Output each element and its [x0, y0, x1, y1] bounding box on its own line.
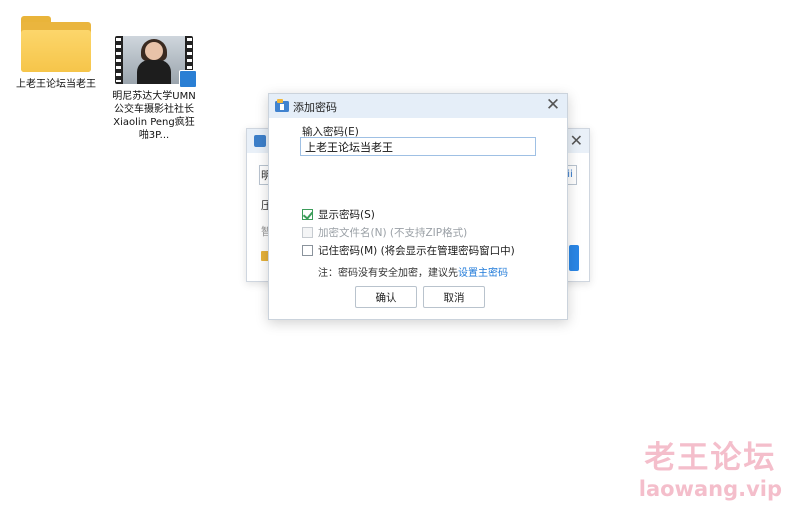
encrypt-filename-label: 加密文件名(N) (不支持ZIP格式): [318, 227, 468, 239]
cancel-button[interactable]: 取消: [423, 286, 485, 308]
password-input[interactable]: [300, 137, 536, 156]
video-type-badge-icon: [179, 70, 197, 88]
archive-app-icon: [275, 99, 289, 112]
set-master-password-link[interactable]: 设置主密码: [458, 268, 508, 279]
watermark-text: 老王论坛: [644, 440, 777, 476]
desktop-folder-item[interactable]: 上老王论坛当老王: [14, 16, 98, 91]
video-thumbnail-icon: [115, 36, 197, 88]
checkbox-checked-icon: [302, 209, 313, 220]
background-primary-button[interactable]: [569, 245, 579, 271]
folder-icon: [21, 16, 91, 72]
add-password-dialog: 添加密码 ✕ 输入密码(E) 显示密码(S) 加密文件名(N) (不支持ZIP格…: [268, 93, 568, 320]
encrypt-filename-checkbox: 加密文件名(N) (不支持ZIP格式): [302, 225, 467, 240]
security-note: 注：密码没有安全加密，建议先设置主密码: [318, 264, 508, 279]
archive-app-icon: [254, 135, 266, 147]
remember-password-checkbox[interactable]: 记住密码(M) (将会显示在管理密码窗口中): [302, 243, 515, 258]
close-icon[interactable]: ✕: [545, 96, 561, 114]
show-password-label: 显示密码(S): [318, 209, 375, 221]
close-icon[interactable]: ✕: [570, 131, 583, 151]
watermark: 老王论坛 laowang.vip: [639, 440, 782, 502]
folder-label: 上老王论坛当老王: [16, 79, 96, 90]
checkbox-disabled-icon: [302, 227, 313, 238]
show-password-checkbox[interactable]: 显示密码(S): [302, 207, 375, 222]
checkbox-unchecked-icon: [302, 245, 313, 256]
watermark-url: laowang.vip: [638, 477, 782, 501]
dialog-title: 添加密码: [293, 101, 337, 114]
remember-password-label: 记住密码(M) (将会显示在管理密码窗口中): [318, 245, 515, 257]
note-text: 注：密码没有安全加密，建议先: [318, 268, 458, 279]
desktop-video-item[interactable]: 明尼苏达大学UMN公交车摄影社社长Xiaolin Peng疯狂啪3P...: [112, 36, 197, 142]
video-label: 明尼苏达大学UMN公交车摄影社社长Xiaolin Peng疯狂啪3P...: [112, 91, 196, 141]
confirm-button[interactable]: 确认: [355, 286, 417, 308]
